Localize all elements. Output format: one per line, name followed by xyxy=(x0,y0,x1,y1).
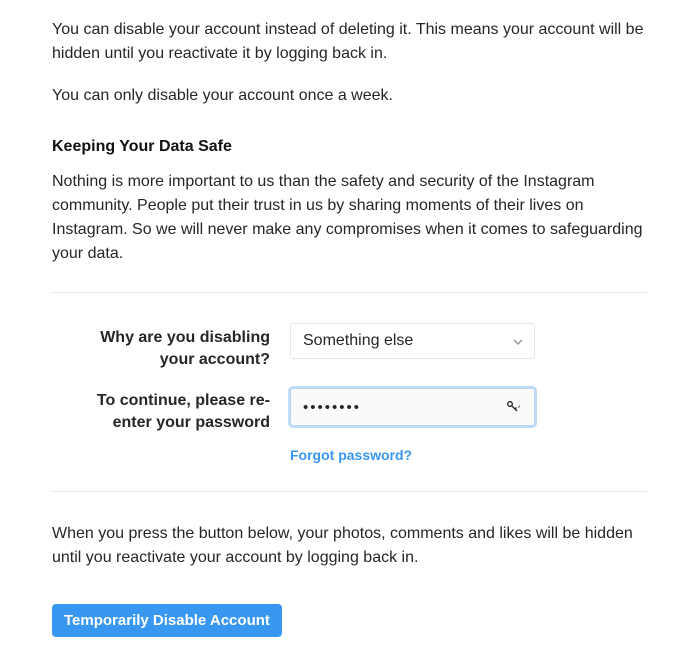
password-input-wrapper xyxy=(290,388,535,426)
divider-bottom xyxy=(52,491,647,492)
chevron-down-icon xyxy=(512,336,522,346)
reason-row: Why are you disabling your account? Some… xyxy=(80,323,607,370)
temporarily-disable-button[interactable]: Temporarily Disable Account xyxy=(52,604,282,637)
confirm-note: When you press the button below, your ph… xyxy=(52,522,647,570)
intro-paragraph-1: You can disable your account instead of … xyxy=(52,18,647,66)
forgot-password-link[interactable]: Forgot password? xyxy=(290,447,412,463)
reason-selected-value: Something else xyxy=(303,332,512,350)
password-row: To continue, please re-enter your passwo… xyxy=(80,388,607,433)
reason-select[interactable]: Something else xyxy=(290,323,535,359)
password-input[interactable] xyxy=(303,399,506,416)
intro-paragraph-2: You can only disable your account once a… xyxy=(52,84,647,108)
forgot-password-row: Forgot password? xyxy=(80,447,607,465)
safety-body: Nothing is more important to us than the… xyxy=(52,170,647,266)
key-icon[interactable] xyxy=(506,400,522,414)
reason-label: Why are you disabling your account? xyxy=(80,323,290,370)
password-label: To continue, please re-enter your passwo… xyxy=(80,388,290,433)
safety-heading: Keeping Your Data Safe xyxy=(52,138,647,156)
divider-top xyxy=(52,292,647,293)
disable-form: Why are you disabling your account? Some… xyxy=(52,323,647,465)
